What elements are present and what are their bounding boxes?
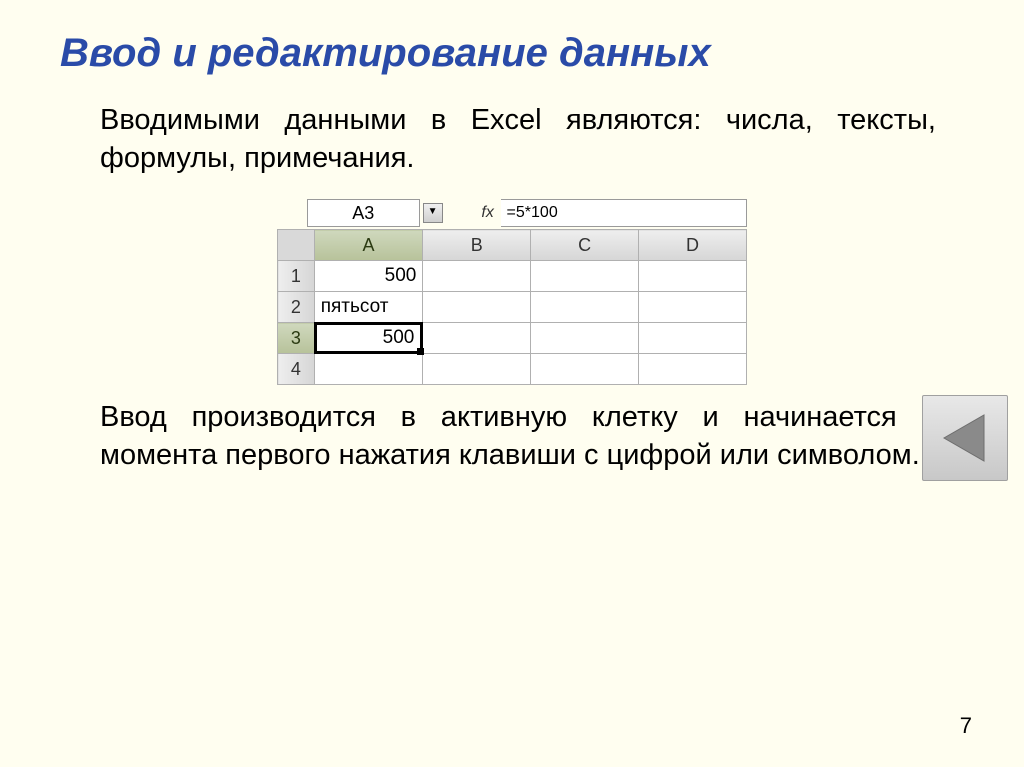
cell-c3[interactable] (531, 323, 639, 354)
cell-c2[interactable] (531, 292, 639, 323)
cell-a3-value: 500 (383, 327, 415, 349)
dropdown-icon[interactable]: ▼ (423, 203, 443, 223)
column-header-c[interactable]: C (531, 230, 639, 261)
cell-a4[interactable] (314, 354, 423, 385)
cell-b3[interactable] (423, 323, 531, 354)
cell-c1[interactable] (531, 261, 639, 292)
row-header-3[interactable]: 3 (278, 323, 315, 354)
name-box[interactable]: A3 ▼ (307, 199, 420, 227)
column-header-b[interactable]: B (423, 230, 531, 261)
slide: Ввод и редактирование данных Вводимыми д… (0, 0, 1024, 767)
row-header-1[interactable]: 1 (278, 261, 315, 292)
column-header-a[interactable]: A (314, 230, 423, 261)
paragraph-2: Ввод производится в активную клетку и на… (100, 399, 936, 474)
cell-d2[interactable] (639, 292, 747, 323)
back-button[interactable] (922, 395, 1008, 481)
cell-a1[interactable]: 500 (314, 261, 423, 292)
excel-screenshot: A3 ▼ fx =5*100 A B C D 1 500 (277, 199, 747, 385)
paragraph-1: Вводимыми данными в Excel являются: числ… (100, 102, 936, 177)
back-triangle-icon (938, 411, 992, 465)
select-all-corner[interactable] (278, 230, 315, 261)
cell-b4[interactable] (423, 354, 531, 385)
fx-icon[interactable]: fx (475, 204, 501, 222)
cell-d3[interactable] (639, 323, 747, 354)
page-number: 7 (960, 713, 972, 739)
cell-c4[interactable] (531, 354, 639, 385)
name-box-value: A3 (352, 203, 374, 224)
cell-b2[interactable] (423, 292, 531, 323)
cell-d1[interactable] (639, 261, 747, 292)
row-header-2[interactable]: 2 (278, 292, 315, 323)
row-header-4[interactable]: 4 (278, 354, 315, 385)
spreadsheet-grid[interactable]: A B C D 1 500 2 пятьсот 3 (277, 229, 747, 385)
cell-b1[interactable] (423, 261, 531, 292)
slide-title: Ввод и редактирование данных (60, 30, 964, 76)
cell-d4[interactable] (639, 354, 747, 385)
formula-bar-value: =5*100 (507, 204, 558, 222)
cell-a3-active[interactable]: 500 (314, 323, 423, 354)
column-header-d[interactable]: D (639, 230, 747, 261)
formula-bar[interactable]: =5*100 (501, 199, 747, 227)
cell-a2[interactable]: пятьсот (314, 292, 423, 323)
